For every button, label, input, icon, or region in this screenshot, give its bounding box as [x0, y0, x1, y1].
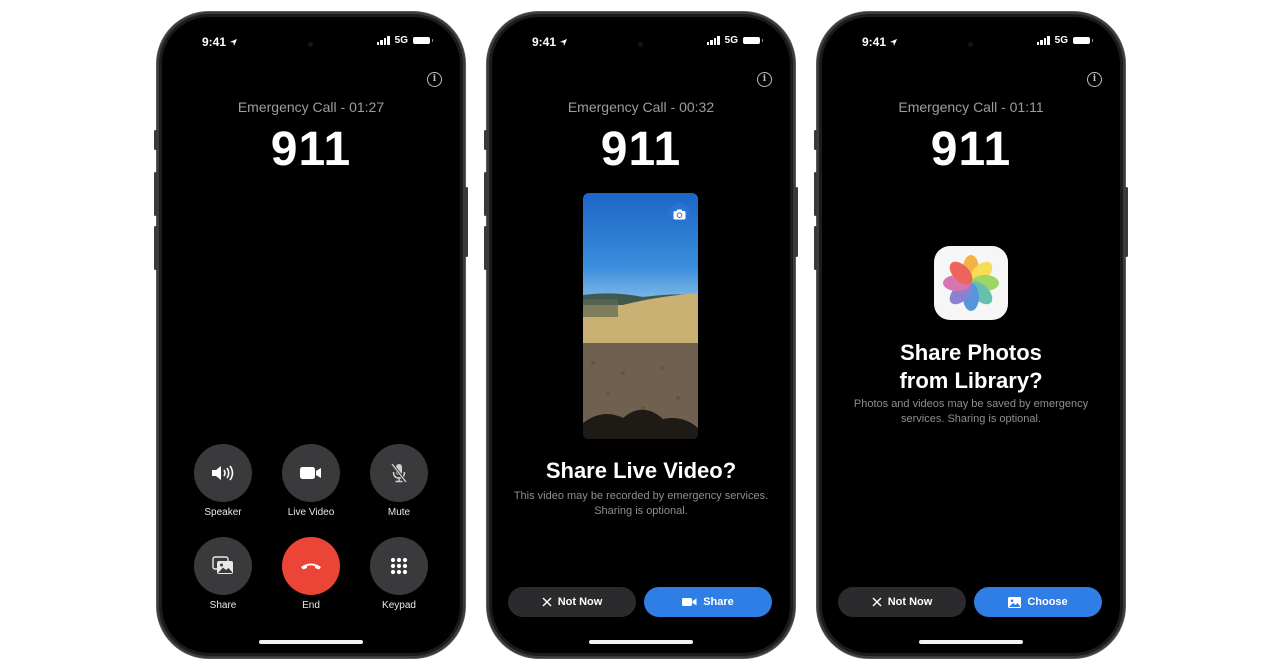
- photo-icon: [1008, 596, 1022, 608]
- prompt-title: Share Live Video?: [545, 458, 737, 483]
- prompt-description: Photos and videos may be saved by emerge…: [853, 398, 1089, 425]
- home-indicator[interactable]: [919, 640, 1023, 644]
- status-time: 9:41: [862, 35, 898, 49]
- speaker-button[interactable]: Speaker: [194, 444, 252, 518]
- video-camera-icon: [682, 598, 697, 606]
- not-now-button[interactable]: Not Now: [838, 587, 966, 617]
- home-indicator[interactable]: [589, 640, 693, 644]
- share-button[interactable]: Share: [194, 537, 252, 611]
- signal-icon: [1036, 36, 1050, 45]
- location-arrow-icon: [229, 38, 238, 47]
- screen: 9:41 5G i Emergency Call - 01:27 911 Spe…: [162, 17, 460, 653]
- mic-muted-icon: [390, 463, 408, 483]
- photos-app-icon: [934, 246, 1008, 320]
- keypad-button[interactable]: Keypad: [370, 537, 428, 611]
- location-arrow-icon: [889, 38, 898, 47]
- power-button: [795, 187, 798, 257]
- phone-number: 911: [600, 123, 682, 176]
- phone-number: 911: [270, 123, 352, 176]
- power-button: [1125, 187, 1128, 257]
- live-video-button[interactable]: Live Video: [282, 444, 340, 518]
- call-title: Emergency Call - 00:32: [567, 99, 715, 115]
- call-title: Emergency Call - 01:27: [237, 99, 385, 115]
- flip-camera-button[interactable]: [668, 203, 690, 225]
- choose-photos-button[interactable]: Choose: [974, 587, 1102, 617]
- end-call-icon: [301, 563, 321, 570]
- video-camera-icon: [300, 467, 321, 479]
- location-arrow-icon: [559, 38, 568, 47]
- info-icon[interactable]: i: [757, 72, 772, 87]
- info-icon[interactable]: i: [427, 72, 442, 87]
- photos-stack-icon: [212, 556, 233, 574]
- action-button: [154, 130, 157, 150]
- keypad-label: Keypad: [382, 600, 416, 611]
- landscape-scene: [583, 293, 698, 439]
- call-title: Emergency Call - 01:11: [898, 99, 1044, 115]
- home-indicator[interactable]: [259, 640, 363, 644]
- volume-up-button: [154, 172, 157, 216]
- screen: 9:41 5G i Emergency Call - 01:11 911 Sha…: [822, 17, 1120, 653]
- volume-down-button: [814, 226, 817, 270]
- signal-icon: [706, 36, 720, 45]
- front-camera: [308, 42, 313, 47]
- power-button: [465, 187, 468, 257]
- network-type: 5G: [1054, 35, 1068, 46]
- info-icon[interactable]: i: [1087, 72, 1102, 87]
- volume-down-button: [154, 226, 157, 270]
- prompt-description: This video may be recorded by emergency …: [513, 490, 769, 517]
- action-button: [484, 130, 487, 150]
- phone-number: 911: [930, 123, 1012, 176]
- front-camera: [968, 42, 973, 47]
- phone-share-live-video: 9:41 5G i Emergency Call - 00:32 911 Sha…: [484, 12, 798, 658]
- live-video-preview: [583, 193, 698, 439]
- battery-icon: [1073, 37, 1093, 44]
- volume-up-button: [814, 172, 817, 216]
- status-time: 9:41: [532, 35, 568, 49]
- battery-icon: [743, 37, 763, 44]
- camera-flip-icon: [673, 209, 685, 219]
- phone-call-controls: 9:41 5G i Emergency Call - 01:27 911 Spe…: [154, 12, 468, 658]
- mute-label: Mute: [387, 507, 411, 518]
- close-icon: [872, 597, 882, 607]
- battery-icon: [413, 37, 433, 44]
- screen: 9:41 5G i Emergency Call - 00:32 911 Sha…: [492, 17, 790, 653]
- mute-button[interactable]: Mute: [370, 444, 428, 518]
- live-video-label: Live Video: [287, 507, 335, 518]
- phone-share-photos: 9:41 5G i Emergency Call - 01:11 911 Sha…: [814, 12, 1128, 658]
- photos-flower-icon: [943, 255, 999, 311]
- front-camera: [638, 42, 643, 47]
- end-call-button[interactable]: End: [282, 537, 340, 611]
- close-icon: [542, 597, 552, 607]
- keypad-icon: [390, 557, 408, 575]
- prompt-title: Share Photos from Library?: [899, 340, 1043, 393]
- signal-icon: [376, 36, 390, 45]
- volume-down-button: [484, 226, 487, 270]
- share-video-button[interactable]: Share: [644, 587, 772, 617]
- network-type: 5G: [394, 35, 408, 46]
- network-type: 5G: [724, 35, 738, 46]
- status-time: 9:41: [202, 35, 238, 49]
- not-now-button[interactable]: Not Now: [508, 587, 636, 617]
- volume-up-button: [484, 172, 487, 216]
- end-label: End: [302, 600, 320, 611]
- speaker-icon: [212, 465, 234, 481]
- share-label: Share: [209, 600, 237, 611]
- speaker-label: Speaker: [204, 507, 242, 518]
- action-button: [814, 130, 817, 150]
